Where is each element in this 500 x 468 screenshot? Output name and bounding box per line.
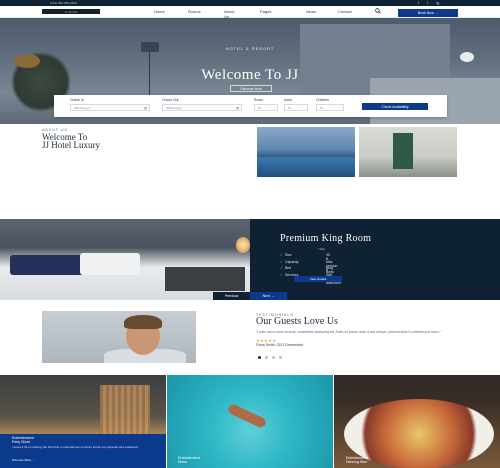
check-in-label: Check In: [70, 98, 84, 102]
calendar-icon: ▦: [144, 106, 147, 110]
hero-title: Welcome To JJ: [201, 67, 299, 83]
pagination-dot[interactable]: [272, 356, 275, 359]
tile-party-show[interactable]: Entertainment Party Show I loved a hit o…: [0, 375, 166, 468]
check-in-input[interactable]: dd/mm/yyyy ▦: [70, 104, 150, 111]
hero-wall-lamp: [460, 52, 474, 62]
room-showcase: Premium King Room / Day ✓ Size 30 ft ✓ Capa…: [0, 219, 500, 300]
room-door: [393, 133, 413, 169]
check-in-field: Check In dd/mm/yyyy ▦: [70, 98, 150, 111]
nav-home[interactable]: Home: [154, 9, 165, 14]
check-icon: ✓: [280, 259, 283, 264]
tile-music[interactable]: [167, 375, 333, 468]
tile-swimmer: [226, 403, 268, 429]
hero-subtitle: HOTEL & RESORT: [225, 46, 275, 51]
facebook-icon[interactable]: f: [418, 0, 419, 5]
check-icon: ✓: [280, 266, 283, 270]
room-side-table: [165, 267, 245, 291]
pagination-dot[interactable]: [265, 356, 268, 359]
main-navbar: JJ HOTEL Home Rooms About Us Pages News …: [0, 6, 500, 19]
view-details-button[interactable]: View Details: [294, 276, 342, 282]
room-field: Room 01: [254, 98, 278, 111]
testimonial-author: Fiona Smith, CEO Dreamotion: [256, 343, 304, 347]
nav-pages[interactable]: Pages: [260, 9, 271, 14]
tile-text: I loved a hit on helping the first time …: [12, 445, 139, 449]
testimonials-title: Our Guests Love Us: [256, 316, 338, 327]
tile-title: Entertainment Party Show: [12, 436, 34, 444]
room-pillow-white: [80, 253, 140, 275]
nav-contact[interactable]: Contact: [338, 9, 352, 14]
discover-more-link[interactable]: Discover More →: [12, 458, 35, 462]
nav-rooms[interactable]: Rooms: [188, 9, 201, 14]
children-select[interactable]: 01: [316, 104, 344, 111]
room-label: Room: [254, 98, 264, 102]
pagination-dot[interactable]: [279, 356, 282, 359]
adult-select[interactable]: 01: [284, 104, 308, 111]
next-room-button[interactable]: Next →: [250, 292, 287, 300]
testimonial-photo: [42, 311, 196, 363]
about-room-image: [359, 127, 457, 177]
room-details-panel: Premium King Room / Day ✓ Size 30 ft ✓ Capa…: [250, 219, 500, 300]
check-availability-button[interactable]: Check Availability: [362, 103, 428, 110]
phone-number: (123) 456-789-1230: [50, 1, 77, 5]
discover-now-button[interactable]: Discover Now: [230, 85, 272, 92]
children-field: Children 01: [316, 98, 344, 111]
room-title: Premium King Room: [280, 233, 372, 244]
about-title: Welcome To JJ Hotel Luxury: [42, 133, 100, 150]
tile-curtain: [100, 385, 150, 441]
booking-form: Check In dd/mm/yyyy ▦ Check Out dd/mm/yyy…: [54, 95, 447, 117]
testimonial-quote: "Lorem ipsum dolor sit amet, consectetur…: [256, 330, 441, 334]
check-icon: ✓: [280, 253, 283, 257]
room-price: / Day: [318, 247, 326, 251]
tile-caption-dancing: Entertainment Dancing Nine: [346, 456, 368, 464]
twitter-icon[interactable]: t: [427, 0, 428, 5]
book-now-button[interactable]: Book Now →: [398, 9, 458, 17]
room-image: [0, 219, 250, 300]
hero-bowl: [14, 54, 40, 68]
nav-news[interactable]: News: [306, 9, 316, 14]
children-label: Children: [316, 98, 330, 102]
previous-room-button[interactable]: Previous: [213, 292, 250, 300]
feature-tiles: Entertainment Party Show I loved a hit o…: [0, 375, 500, 468]
guest-hair: [124, 315, 162, 329]
tile-dancing[interactable]: [334, 375, 500, 468]
check-icon: ✓: [280, 272, 283, 277]
about-title-line2: JJ Hotel Luxury: [42, 140, 100, 150]
check-out-field: Check Out dd/mm/yyyy ▦: [162, 98, 242, 111]
testimonial-pagination: [258, 356, 282, 359]
room-lamp: [236, 237, 250, 253]
search-icon[interactable]: [375, 8, 381, 14]
pool-water: [257, 157, 355, 177]
about-pool-image: [257, 127, 355, 177]
social-links: f t ig: [418, 0, 439, 5]
tile-caption-music: Entertainment Music: [178, 456, 200, 464]
room-select[interactable]: 01: [254, 104, 278, 111]
adult-label: Adult: [284, 98, 292, 102]
instagram-icon[interactable]: ig: [436, 0, 439, 5]
check-out-input[interactable]: dd/mm/yyyy ▦: [162, 104, 242, 111]
check-out-label: Check Out: [162, 98, 179, 102]
tile-info-box: Entertainment Party Show I loved a hit o…: [0, 434, 166, 468]
logo-text: JJ HOTEL: [64, 9, 78, 14]
calendar-icon: ▦: [236, 106, 239, 110]
adult-field: Adult 01: [284, 98, 308, 111]
pagination-dot[interactable]: [258, 356, 261, 359]
site-logo[interactable]: JJ HOTEL: [42, 9, 100, 14]
